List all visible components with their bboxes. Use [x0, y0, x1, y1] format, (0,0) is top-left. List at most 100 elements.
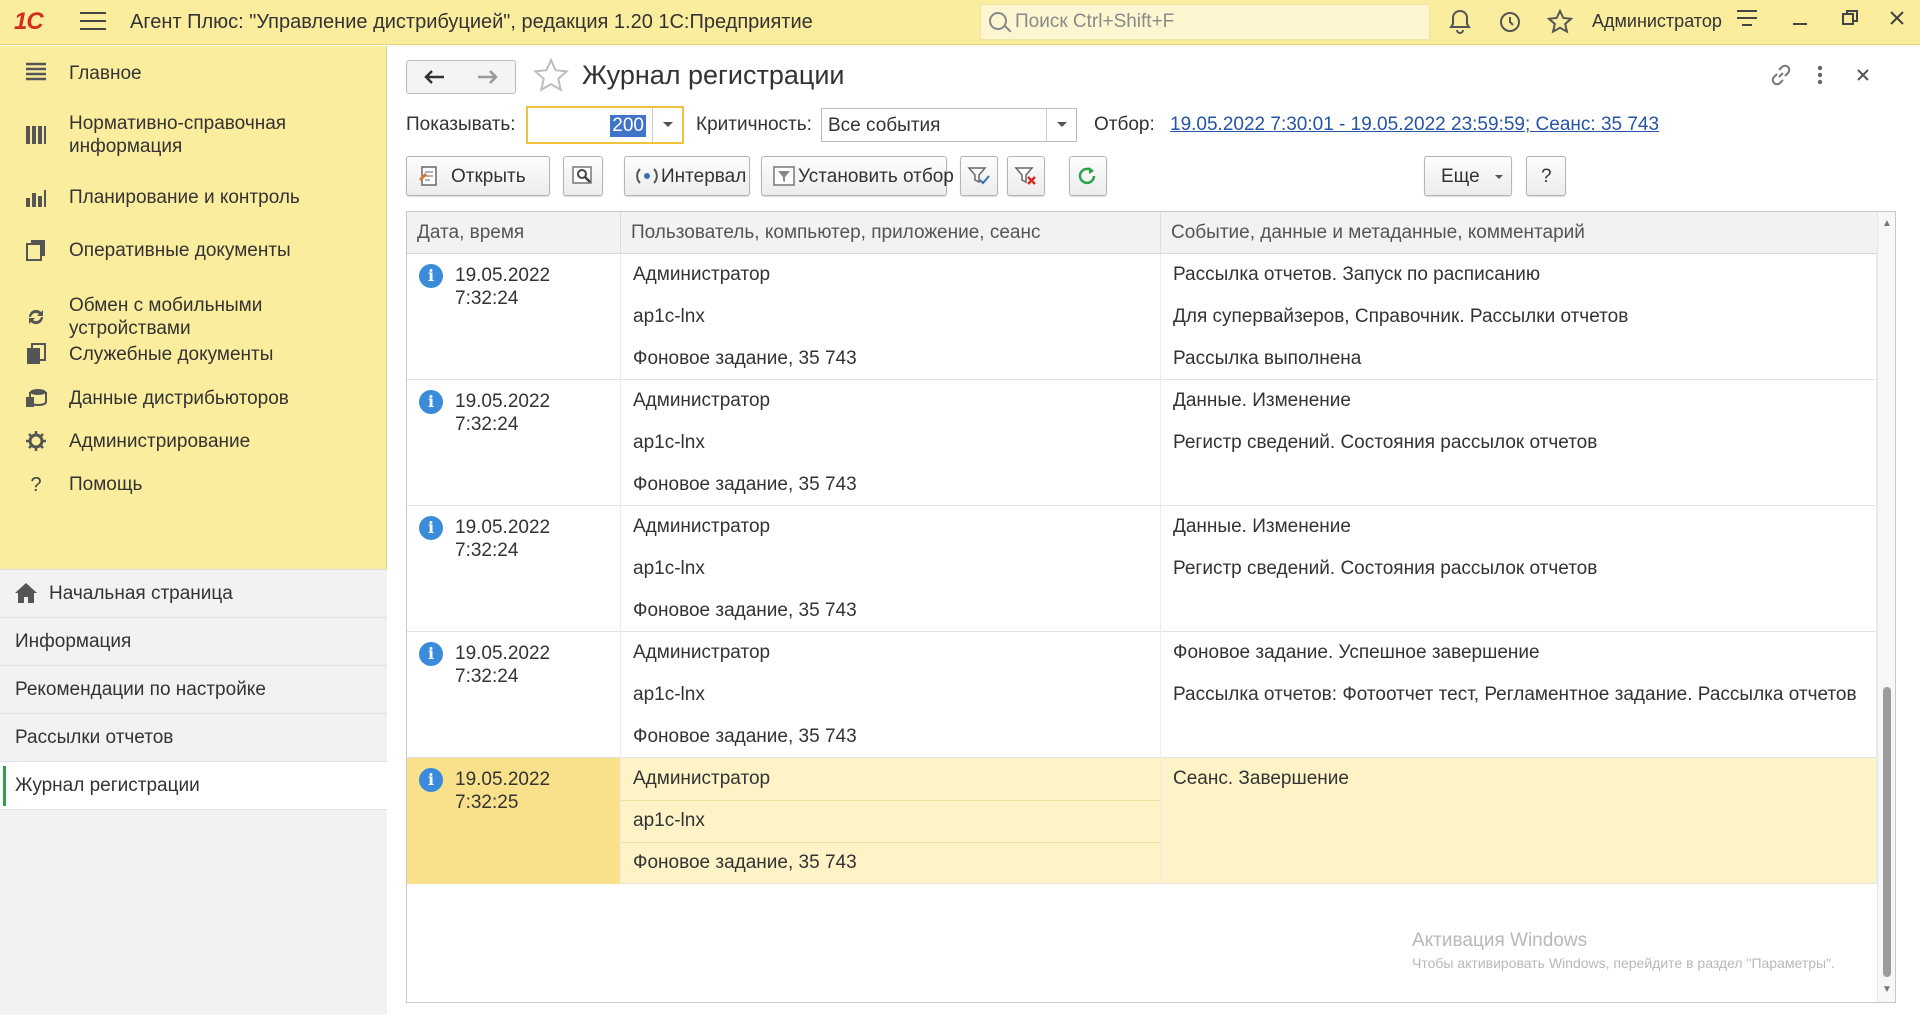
- info-icon: i: [419, 642, 443, 666]
- scroll-up-arrow-icon[interactable]: ▲: [1882, 218, 1892, 229]
- event-cell: Фоновое задание. Успешное завершение Рас…: [1161, 632, 1877, 758]
- show-count-value[interactable]: 200: [610, 115, 646, 137]
- set-filter-button-label: Установить отбор: [798, 166, 954, 187]
- event-name: Сеанс. Завершение: [1173, 768, 1349, 789]
- scroll-down-arrow-icon[interactable]: ▼: [1882, 984, 1892, 995]
- close-form-icon[interactable]: [1854, 62, 1872, 94]
- chevron-down-icon[interactable]: [1046, 109, 1076, 141]
- section-distributor-data[interactable]: Данные дистрибьюторов: [0, 385, 387, 413]
- user-cell: Администратор ap1c-lnx Фоновое задание, …: [621, 506, 1161, 632]
- interval-button[interactable]: Интервал: [624, 156, 750, 196]
- table-row-selected[interactable]: i 19.05.2022 7:32:25 Администратор ap1c-…: [407, 758, 1877, 884]
- show-label: Показывать:: [406, 114, 516, 135]
- table-row[interactable]: i 19.05.2022 7:32:24 Администратор ap1c-…: [407, 380, 1877, 506]
- add-to-favorites-star-icon[interactable]: [533, 57, 569, 98]
- event-time: 7:32:25: [455, 792, 519, 813]
- section-reference[interactable]: Нормативно-справочная информация: [0, 112, 387, 160]
- table-row[interactable]: i 19.05.2022 7:32:24 Администратор ap1c-…: [407, 254, 1877, 380]
- hamburger-menu-icon[interactable]: [80, 12, 106, 32]
- forward-arrow-icon[interactable]: [461, 63, 515, 91]
- event-date: 19.05.2022: [455, 643, 551, 664]
- section-help[interactable]: ? Помощь: [0, 471, 387, 499]
- open-window-label: Начальная страница: [49, 583, 233, 604]
- section-label: Служебные документы: [69, 344, 274, 365]
- open-window-recommendations[interactable]: Рекомендации по настройке: [0, 666, 387, 714]
- vertical-scrollbar[interactable]: ▲ ▼: [1877, 212, 1895, 1002]
- current-user[interactable]: Администратор: [1592, 11, 1722, 32]
- event-data: Для супервайзеров, Справочник. Рассылки …: [1173, 306, 1629, 327]
- column-header-date[interactable]: Дата, время: [407, 212, 621, 254]
- refresh-icon: [1076, 165, 1100, 187]
- table-header: Дата, время Пользователь, компьютер, при…: [407, 212, 1877, 254]
- help-button-label: ?: [1541, 166, 1552, 187]
- chevron-down-icon[interactable]: [652, 108, 682, 142]
- close-icon[interactable]: [1882, 8, 1912, 36]
- set-filter-button[interactable]: Установить отбор: [761, 156, 954, 196]
- history-icon[interactable]: [1496, 9, 1524, 37]
- chevron-down-icon: [1487, 165, 1511, 187]
- scrollbar-thumb[interactable]: [1883, 687, 1891, 977]
- criticality-select[interactable]: Все события: [821, 108, 1077, 142]
- help-icon: ?: [30, 474, 42, 496]
- help-button[interactable]: ?: [1526, 156, 1566, 196]
- settings-lines-icon[interactable]: [1732, 8, 1762, 36]
- section-label: Помощь: [69, 474, 143, 495]
- session-info: Фоновое задание, 35 743: [633, 474, 857, 495]
- menu-list-icon: [24, 62, 48, 86]
- gear-icon: [24, 430, 48, 454]
- filter-label: Отбор:: [1094, 114, 1155, 135]
- event-comment: Рассылка выполнена: [1173, 348, 1362, 369]
- favorites-star-icon[interactable]: [1546, 8, 1574, 37]
- user-name: Администратор: [633, 642, 771, 663]
- more-vertical-icon[interactable]: [1816, 62, 1824, 94]
- event-date: 19.05.2022: [455, 769, 551, 790]
- link-icon[interactable]: [1768, 62, 1794, 94]
- section-main[interactable]: Главное: [0, 60, 387, 88]
- search-icon: [989, 12, 1007, 30]
- event-date: 19.05.2022: [455, 265, 551, 286]
- show-count-field[interactable]: 200: [526, 106, 684, 144]
- clear-filter-button[interactable]: [1007, 156, 1045, 196]
- filter-link[interactable]: 19.05.2022 7:30:01 - 19.05.2022 23:59:59…: [1170, 114, 1659, 136]
- section-planning[interactable]: Планирование и контроль: [0, 184, 387, 212]
- section-label: Планирование и контроль: [69, 187, 300, 208]
- refresh-button[interactable]: [1069, 156, 1107, 196]
- filter-by-value-button[interactable]: [960, 156, 998, 196]
- user-name: Администратор: [633, 768, 771, 789]
- more-button[interactable]: Еще: [1424, 156, 1512, 196]
- section-administration[interactable]: Администрирование: [0, 428, 387, 456]
- table-row[interactable]: i 19.05.2022 7:32:24 Администратор ap1c-…: [407, 632, 1877, 758]
- column-header-event[interactable]: Событие, данные и метаданные, комментари…: [1161, 212, 1877, 254]
- distributor-data-icon: [24, 387, 48, 411]
- title-bar: 1С Агент Плюс: "Управление дистрибуцией"…: [0, 0, 1920, 45]
- open-button[interactable]: Открыть: [406, 156, 550, 196]
- date-cell: i 19.05.2022 7:32:24: [407, 380, 621, 506]
- column-header-user[interactable]: Пользователь, компьютер, приложение, сеа…: [621, 212, 1161, 254]
- computer-name: ap1c-lnx: [633, 684, 705, 705]
- minimize-icon[interactable]: [1785, 8, 1815, 36]
- back-arrow-icon[interactable]: [407, 63, 461, 91]
- restore-icon[interactable]: [1835, 8, 1865, 36]
- interval-button-label: Интервал: [661, 166, 747, 187]
- section-label: Данные дистрибьюторов: [69, 388, 289, 409]
- open-window-home[interactable]: Начальная страница: [0, 570, 387, 618]
- search-input[interactable]: [1015, 9, 1415, 35]
- filter-clear-icon: [1014, 165, 1038, 187]
- open-window-report-mailings[interactable]: Рассылки отчетов: [0, 714, 387, 762]
- user-name: Администратор: [633, 516, 771, 537]
- notifications-bell-icon[interactable]: [1446, 9, 1474, 37]
- table-row[interactable]: i 19.05.2022 7:32:24 Администратор ap1c-…: [407, 506, 1877, 632]
- user-name: Администратор: [633, 390, 771, 411]
- open-window-event-log[interactable]: Журнал регистрации: [0, 762, 387, 810]
- open-window-info[interactable]: Информация: [0, 618, 387, 666]
- find-button[interactable]: [563, 156, 603, 196]
- section-operational-docs[interactable]: Оперативные документы: [0, 237, 387, 265]
- open-window-label: Рассылки отчетов: [15, 727, 174, 748]
- section-service-docs[interactable]: Служебные документы: [0, 341, 387, 369]
- reference-icon: [24, 124, 48, 148]
- event-name: Рассылка отчетов. Запуск по расписанию: [1173, 264, 1541, 285]
- section-mobile-exchange[interactable]: Обмен с мобильными устройствами: [0, 294, 387, 342]
- global-search[interactable]: [980, 4, 1430, 40]
- info-icon: i: [419, 516, 443, 540]
- user-cell: Администратор ap1c-lnx Фоновое задание, …: [621, 632, 1161, 758]
